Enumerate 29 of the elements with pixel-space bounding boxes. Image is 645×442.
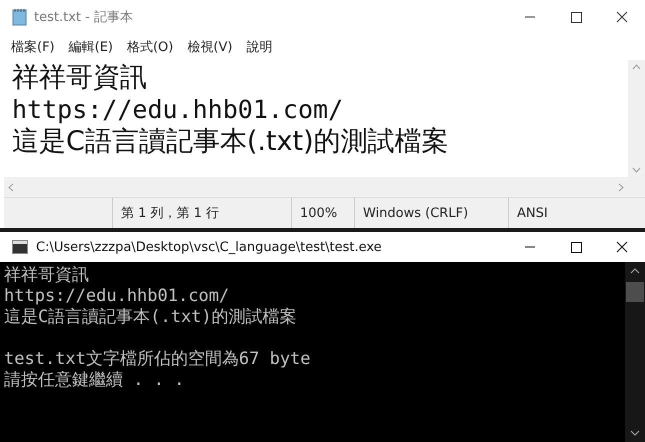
menu-item[interactable]: 格式(O) [122,38,178,56]
console-icon [12,240,28,254]
console-line: 請按任意鍵繼續 . . . [4,370,186,391]
console-line: 這是C語言讀記事本(.txt)的測試檔案 [4,307,298,328]
console-line: 祥祥哥資訊 [4,265,90,286]
status-text: 100% [291,198,354,228]
menu-item[interactable]: 編輯(E) [64,38,118,56]
text-area[interactable]: 祥祥哥資訊 https://edu.hhb01.com/ 這是C語言讀記事本(.txt)的測試檔案 [4,60,628,177]
menu-item[interactable]: 檔案(F) [6,38,60,56]
scroll-left-icon[interactable] [8,182,14,192]
maximize-icon [570,241,582,253]
window-title: test.txt - 記事本 [34,9,134,26]
console-line: test.txt文字檔所佔的空間為67 byte [4,349,312,370]
status-text: Windows (CRLF) [354,198,508,228]
notepad-icon [12,8,28,26]
scroll-down-icon[interactable] [630,430,640,436]
menu-item[interactable]: 說明 [241,38,278,56]
console-line: https://edu.hhb01.com/ [4,286,230,307]
menu-item[interactable]: 檢視(V) [182,38,238,56]
window-title: C:\Users\zzzpa\Desktop\vsc\C_language\test\test.exe [36,240,383,254]
scroll-right-icon[interactable] [618,182,624,192]
maximize-icon [570,11,582,23]
scroll-thumb[interactable] [626,282,644,302]
status-text: ANSI [508,198,639,228]
status-text: 第 1 列，第 1 行 [112,198,291,228]
close-icon [616,11,628,23]
close-icon [616,241,628,253]
vertical-scrollbar[interactable] [625,262,645,442]
scroll-up-icon[interactable] [630,268,640,274]
